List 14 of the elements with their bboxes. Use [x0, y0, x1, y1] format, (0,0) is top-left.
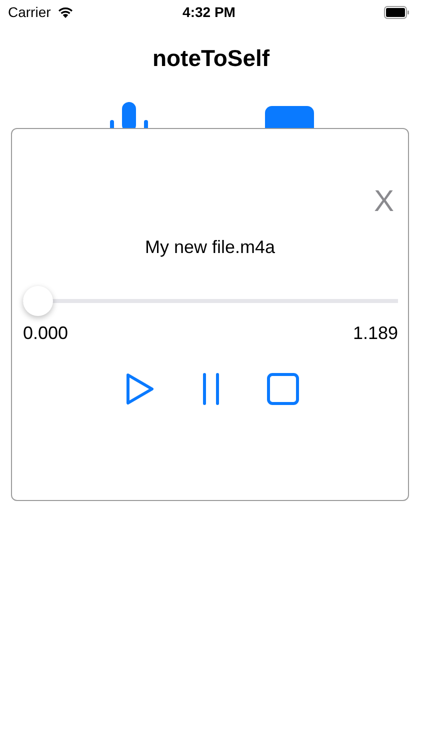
app-title: noteToSelf: [151, 44, 271, 72]
duration-time: 1.189: [352, 323, 398, 344]
battery-icon: [384, 6, 410, 18]
slider-thumb[interactable]: [23, 286, 53, 316]
elapsed-time: 0.000: [23, 323, 68, 344]
microphone-icon[interactable]: [110, 102, 148, 128]
close-button[interactable]: X: [374, 185, 394, 219]
play-icon[interactable]: [125, 372, 155, 406]
wifi-icon: [56, 6, 74, 18]
pause-icon[interactable]: [201, 373, 221, 405]
status-time: 4:32 PM: [182, 4, 236, 20]
stop-icon[interactable]: [267, 373, 299, 405]
file-name: My new file.m4a: [144, 237, 276, 258]
carrier-name: Carrier: [8, 4, 51, 20]
